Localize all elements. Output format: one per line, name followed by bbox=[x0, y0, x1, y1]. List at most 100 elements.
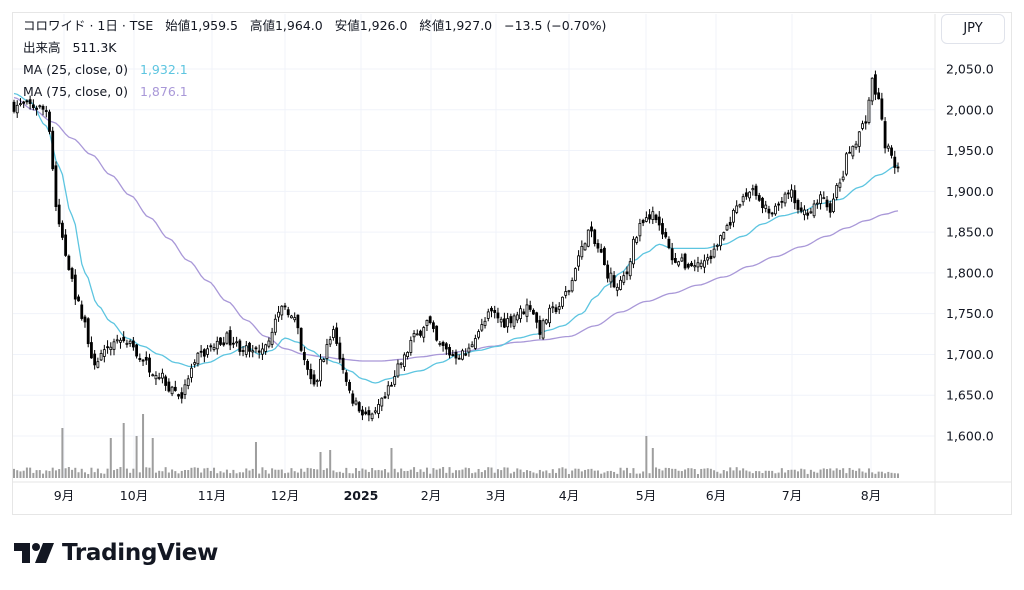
volume-bar bbox=[638, 473, 641, 478]
volume-bar bbox=[316, 469, 319, 478]
volume-bar bbox=[871, 472, 874, 478]
volume-bar bbox=[64, 468, 67, 478]
volume-bar bbox=[706, 468, 709, 478]
volume-bar bbox=[658, 468, 661, 478]
candle-body bbox=[135, 344, 138, 357]
ma75-line bbox=[13, 96, 899, 362]
candle-body bbox=[102, 349, 106, 357]
volume-bar bbox=[196, 467, 199, 478]
ma75-legend[interactable]: MA (75, close, 0) 1,876.1 bbox=[23, 84, 188, 100]
candle-body bbox=[199, 350, 203, 353]
candle-body bbox=[322, 359, 326, 362]
volume-bar bbox=[496, 469, 499, 478]
volume-bar bbox=[774, 473, 777, 478]
candle-body bbox=[832, 198, 835, 212]
volume-bar bbox=[861, 471, 864, 478]
volume-bar bbox=[345, 467, 348, 478]
tradingview-logo[interactable]: TradingView bbox=[14, 538, 218, 568]
candle-body bbox=[235, 341, 239, 344]
candle-body bbox=[857, 131, 861, 147]
volume-bar bbox=[90, 467, 93, 478]
volume-bar bbox=[793, 469, 796, 478]
volume-bar bbox=[884, 473, 887, 478]
candle-body bbox=[80, 304, 84, 319]
volume-bar bbox=[461, 469, 464, 478]
volume-bar bbox=[874, 473, 877, 478]
candle-body bbox=[190, 367, 193, 378]
volume-bar bbox=[242, 472, 245, 478]
candle-body bbox=[728, 221, 732, 226]
candle-body bbox=[212, 347, 216, 350]
volume-bar bbox=[232, 469, 235, 478]
candle-body bbox=[586, 229, 590, 247]
candle-body bbox=[225, 332, 229, 344]
candle-body bbox=[886, 145, 890, 149]
low-value: 1,926.0 bbox=[359, 18, 408, 33]
volume-bar bbox=[842, 468, 845, 478]
candle-body bbox=[777, 203, 781, 206]
candle-body bbox=[699, 262, 703, 267]
high-label: 高値 bbox=[249, 18, 275, 33]
volume-bar bbox=[751, 473, 754, 478]
volume-bar bbox=[248, 470, 251, 478]
candle-body bbox=[377, 404, 380, 414]
volume-bar bbox=[329, 450, 332, 478]
candle-body bbox=[109, 346, 113, 350]
volume-bar bbox=[845, 473, 848, 478]
volume-bar bbox=[238, 472, 241, 478]
volume-bar bbox=[190, 467, 193, 478]
volume-bar bbox=[596, 470, 599, 478]
volume-bar bbox=[422, 471, 425, 478]
volume-bar bbox=[693, 469, 696, 478]
candle-body bbox=[783, 193, 787, 204]
volume-bar bbox=[642, 471, 645, 478]
volume-bar bbox=[48, 471, 51, 478]
candle-body bbox=[251, 350, 255, 353]
volume-bar bbox=[29, 467, 32, 478]
volume-bar bbox=[522, 472, 525, 478]
time-axis[interactable]: 9月 10月 11月 12月 2025 2月 3月 4月 5月 6月 7月 8月 bbox=[54, 488, 881, 503]
volume-bar bbox=[116, 468, 119, 478]
candle-body bbox=[170, 386, 174, 395]
candle-body bbox=[841, 176, 845, 181]
volume-bar bbox=[687, 468, 690, 478]
candle-body bbox=[722, 232, 726, 240]
candle-body bbox=[648, 214, 651, 220]
volume-bar bbox=[448, 467, 451, 478]
volume-bar bbox=[590, 468, 593, 478]
ma25-legend[interactable]: MA (25, close, 0) 1,932.1 bbox=[23, 62, 188, 78]
volume-bar bbox=[51, 467, 54, 478]
candle-body bbox=[515, 314, 519, 321]
volume-bar bbox=[371, 468, 374, 478]
volume-bar bbox=[790, 469, 793, 478]
volume-bar bbox=[429, 473, 432, 478]
candle-body bbox=[557, 306, 561, 310]
open-label: 始値 bbox=[165, 18, 191, 33]
volume-bar bbox=[796, 471, 799, 478]
volume-bar bbox=[671, 468, 674, 478]
candle-body bbox=[706, 257, 710, 261]
volume-bar bbox=[77, 472, 80, 478]
volume-bar bbox=[142, 414, 145, 478]
symbol-title[interactable]: コロワイド · 1日 · TSE bbox=[23, 18, 153, 33]
candle-body bbox=[496, 312, 500, 319]
volume-bar bbox=[167, 472, 170, 478]
price-axis[interactable]: 2,050.0 2,000.0 1,950.0 1,900.0 1,850.0 1,800… bbox=[946, 62, 994, 444]
volume-bar bbox=[406, 470, 409, 478]
volume-bar bbox=[229, 473, 232, 478]
volume-bar bbox=[703, 468, 706, 478]
volume-bar bbox=[477, 468, 480, 478]
volume-bar bbox=[235, 473, 238, 478]
volume-bar bbox=[225, 469, 228, 478]
volume-bar bbox=[274, 469, 277, 478]
candle-body bbox=[538, 320, 542, 335]
candle-body bbox=[67, 255, 71, 270]
currency-button[interactable]: JPY bbox=[941, 14, 1005, 44]
low-label: 安値 bbox=[334, 18, 360, 33]
volume-bar bbox=[480, 472, 483, 478]
volume-bar bbox=[632, 468, 635, 478]
candle-body bbox=[122, 336, 126, 342]
time-tick-label: 2025 bbox=[344, 488, 379, 503]
candle-body bbox=[822, 197, 826, 200]
candle-body bbox=[25, 100, 29, 103]
